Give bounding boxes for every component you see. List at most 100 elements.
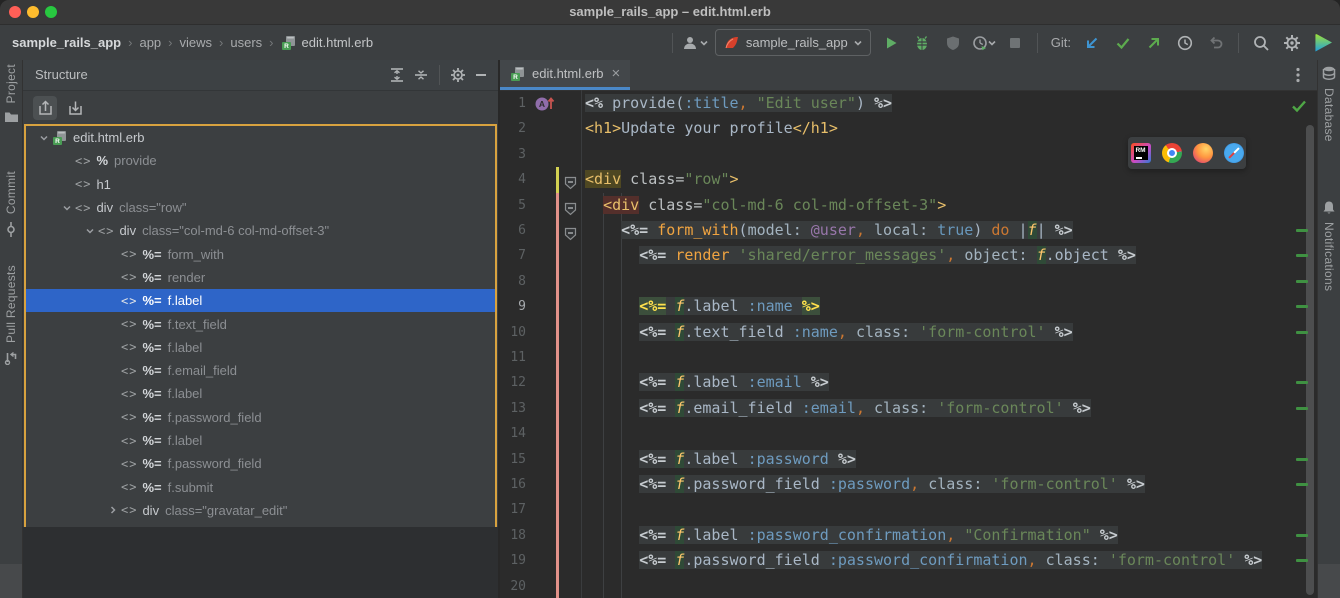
- tab-close-button[interactable]: ×: [612, 66, 621, 81]
- structure-tree-item-f-label[interactable]: <>%=f.label: [26, 382, 495, 405]
- git-commit-button[interactable]: [1112, 32, 1134, 54]
- git-history-button[interactable]: [1174, 32, 1196, 54]
- code-line-18[interactable]: 18 <%= f.label :password_confirmation, "…: [500, 523, 1318, 548]
- toolwindow-button-notifications[interactable]: Notifications: [1318, 200, 1340, 291]
- structure-tree-item-provide[interactable]: <>%provide: [26, 149, 495, 172]
- toolwindow-button-project[interactable]: Project: [0, 64, 22, 123]
- structure-tree-item-f-label[interactable]: <>%=f.label: [26, 289, 495, 312]
- line-number[interactable]: 11: [500, 345, 526, 370]
- structure-panel-header[interactable]: Structure: [23, 60, 498, 91]
- expand-all-button[interactable]: [389, 67, 405, 83]
- structure-tree-item-f-password-field[interactable]: <>%=f.password_field: [26, 406, 495, 429]
- code-line-1[interactable]: 1A<% provide(:title, "Edit user") %>: [500, 91, 1318, 116]
- user-menu-button[interactable]: [684, 32, 706, 54]
- firefox-browser-icon[interactable]: [1193, 143, 1213, 163]
- code-area[interactable]: 1A<% provide(:title, "Edit user") %>2<h1…: [500, 90, 1318, 598]
- structure-tree-item-div[interactable]: <>divclass="gravatar_edit": [26, 499, 495, 522]
- gear-small-button[interactable]: [450, 67, 466, 83]
- line-number[interactable]: 12: [500, 370, 526, 395]
- code-line-17[interactable]: 17: [500, 497, 1318, 522]
- code-line-5[interactable]: 5 <div class="col-md-6 col-md-offset-3">: [500, 193, 1318, 218]
- code-line-15[interactable]: 15 <%= f.label :password %>: [500, 447, 1318, 472]
- kebab-icon[interactable]: [1296, 67, 1300, 83]
- structure-tree-item-form-with[interactable]: <>%=form_with: [26, 242, 495, 265]
- git-update-button[interactable]: [1081, 32, 1103, 54]
- line-number[interactable]: 20: [500, 574, 526, 598]
- line-number[interactable]: 6: [500, 218, 526, 243]
- breadcrumb-item[interactable]: sample_rails_app: [12, 35, 121, 50]
- git-push-button[interactable]: [1143, 32, 1165, 54]
- line-number[interactable]: 13: [500, 396, 526, 421]
- editor-scrollbar[interactable]: [1306, 125, 1314, 595]
- collapse-all-button[interactable]: [413, 67, 429, 83]
- breadcrumb-item[interactable]: views: [180, 35, 213, 50]
- line-number[interactable]: 17: [500, 497, 526, 522]
- profiler-button[interactable]: [973, 32, 995, 54]
- rubymine-browser-icon[interactable]: RM: [1131, 143, 1151, 163]
- tree-chevron-icon[interactable]: [36, 133, 52, 143]
- line-number[interactable]: 3: [500, 142, 526, 167]
- code-line-11[interactable]: 11: [500, 345, 1318, 370]
- breadcrumb-item[interactable]: app: [139, 35, 161, 50]
- tree-chevron-icon[interactable]: [59, 203, 75, 213]
- title-bar[interactable]: sample_rails_app – edit.html.erb: [0, 0, 1340, 25]
- structure-tree-item-div[interactable]: <>divclass="col-md-6 col-md-offset-3": [26, 219, 495, 242]
- code-line-16[interactable]: 16 <%= f.password_field :password, class…: [500, 472, 1318, 497]
- code-line-19[interactable]: 19 <%= f.password_field :password_confir…: [500, 548, 1318, 573]
- code-line-13[interactable]: 13 <%= f.email_field :email, class: 'for…: [500, 396, 1318, 421]
- scroll-from-source-button[interactable]: [33, 96, 57, 120]
- structure-tree-item-f-email-field[interactable]: <>%=f.email_field: [26, 359, 495, 382]
- code-line-4[interactable]: 4<div class="row">: [500, 167, 1318, 192]
- line-number[interactable]: 10: [500, 320, 526, 345]
- coverage-button[interactable]: [942, 32, 964, 54]
- structure-tree-item-render[interactable]: <>%=render: [26, 266, 495, 289]
- git-rollback-button[interactable]: [1205, 32, 1227, 54]
- inspections-ok-icon[interactable]: [1291, 99, 1307, 117]
- scroll-to-source-button[interactable]: [63, 96, 87, 120]
- structure-tree-item-f-submit[interactable]: <>%=f.submit: [26, 475, 495, 498]
- line-number[interactable]: 1: [500, 91, 526, 116]
- toolwindow-button-pull-requests[interactable]: Pull Requests: [0, 265, 22, 365]
- structure-tree-item-div[interactable]: <>divclass="row": [26, 196, 495, 219]
- line-number[interactable]: 14: [500, 421, 526, 446]
- line-number[interactable]: 5: [500, 193, 526, 218]
- toolwindow-button-database[interactable]: Database: [1318, 66, 1340, 142]
- line-number[interactable]: 8: [500, 269, 526, 294]
- ide-feature-button[interactable]: [1312, 32, 1334, 54]
- structure-tree-item-f-label[interactable]: <>%=f.label: [26, 429, 495, 452]
- tree-chevron-icon[interactable]: [82, 226, 98, 236]
- code-line-6[interactable]: 6 <%= form_with(model: @user, local: tru…: [500, 218, 1318, 243]
- structure-tree-item-f-label[interactable]: <>%=f.label: [26, 336, 495, 359]
- breadcrumb-item[interactable]: users: [230, 35, 262, 50]
- breadcrumb-item[interactable]: Redit.html.erb: [281, 35, 374, 51]
- tab-options-kebab-icon[interactable]: [1288, 64, 1308, 86]
- line-number[interactable]: 9: [500, 294, 526, 319]
- tree-chevron-icon[interactable]: [105, 505, 121, 515]
- line-number[interactable]: 16: [500, 472, 526, 497]
- debug-button[interactable]: [911, 32, 933, 54]
- run-configuration-select[interactable]: sample_rails_app: [715, 29, 871, 56]
- safari-browser-icon[interactable]: [1224, 143, 1244, 163]
- structure-tree-item-f-password-field[interactable]: <>%=f.password_field: [26, 452, 495, 475]
- line-number[interactable]: 18: [500, 523, 526, 548]
- stop-button[interactable]: [1004, 32, 1026, 54]
- line-number[interactable]: 7: [500, 243, 526, 268]
- run-button[interactable]: [880, 32, 902, 54]
- code-line-9[interactable]: 9 <%= f.label :name %>: [500, 294, 1318, 319]
- structure-tree-item-edit-html-erb[interactable]: Redit.html.erb: [26, 126, 495, 149]
- search-everywhere-button[interactable]: [1250, 32, 1272, 54]
- code-line-20[interactable]: 20: [500, 574, 1318, 598]
- code-line-7[interactable]: 7 <%= render 'shared/error_messages', ob…: [500, 243, 1318, 268]
- settings-button[interactable]: [1281, 32, 1303, 54]
- code-line-8[interactable]: 8: [500, 269, 1318, 294]
- line-number[interactable]: 4: [500, 167, 526, 192]
- tab-edit-html-erb[interactable]: Redit.html.erb×: [500, 60, 630, 90]
- line-number[interactable]: 19: [500, 548, 526, 573]
- code-line-14[interactable]: 14: [500, 421, 1318, 446]
- toolwindow-button-commit[interactable]: Commit: [0, 171, 22, 236]
- structure-tree-item-h1[interactable]: <>h1: [26, 173, 495, 196]
- line-number[interactable]: 15: [500, 447, 526, 472]
- chrome-browser-icon[interactable]: [1162, 143, 1182, 163]
- structure-tree-item-f-text-field[interactable]: <>%=f.text_field: [26, 312, 495, 335]
- code-line-10[interactable]: 10 <%= f.text_field :name, class: 'form-…: [500, 320, 1318, 345]
